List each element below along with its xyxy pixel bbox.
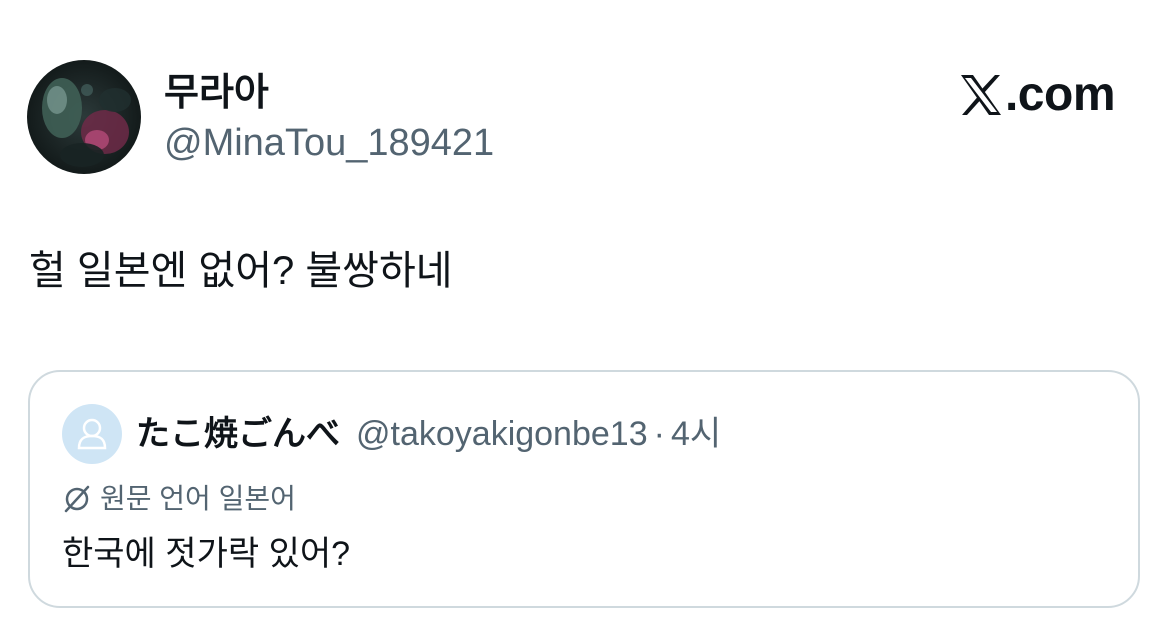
quote-avatar[interactable] bbox=[62, 404, 122, 464]
translation-note-text: 원문 언어 일본어 bbox=[100, 483, 296, 514]
quote-separator: · bbox=[653, 415, 665, 453]
quote-tweet-card[interactable]: たこ焼ごんべ @takoyakigonbe13 · 4시 원문 언어 일본어 한… bbox=[28, 370, 1140, 608]
author-handle[interactable]: @MinaTou_189421 bbox=[164, 120, 494, 166]
translation-note: 원문 언어 일본어 bbox=[62, 482, 296, 516]
translate-icon bbox=[62, 484, 92, 514]
author-display-name[interactable]: 무라아 bbox=[164, 70, 269, 116]
brand-label: .com bbox=[1004, 68, 1116, 121]
quote-header: たこ焼ごんべ @takoyakigonbe13 · 4시 bbox=[136, 414, 721, 454]
tweet-text: 헐 일본엔 없어? 불쌍하네 bbox=[29, 249, 453, 293]
quote-text: 한국에 젓가락 있어? bbox=[62, 535, 351, 573]
quote-handle[interactable]: @takoyakigonbe13 bbox=[356, 414, 648, 454]
quote-display-name[interactable]: たこ焼ごんべ bbox=[136, 414, 340, 454]
brand-logo: .com bbox=[959, 66, 1116, 124]
avatar[interactable] bbox=[27, 60, 141, 174]
x-logo-icon bbox=[959, 74, 1003, 116]
quote-timestamp[interactable]: 4시 bbox=[671, 414, 721, 454]
